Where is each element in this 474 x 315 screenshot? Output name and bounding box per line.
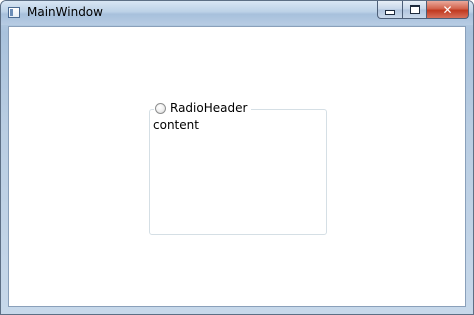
minimize-icon [385,10,395,15]
maximize-button[interactable] [402,1,427,19]
group-content-text: content [153,118,199,132]
close-button[interactable]: ✕ [426,1,469,19]
window-app-icon[interactable] [8,7,20,18]
caption-buttons: ✕ [377,1,469,19]
radio-header-label[interactable]: RadioHeader [170,101,247,115]
close-icon: ✕ [442,2,453,17]
title-bar[interactable]: MainWindow ✕ [1,1,473,25]
maximize-icon [409,5,420,14]
window-title: MainWindow [27,5,103,19]
radio-button-icon[interactable] [155,102,166,114]
minimize-button[interactable] [377,1,403,19]
main-window: MainWindow ✕ RadioHeader content [0,0,474,315]
group-header[interactable]: RadioHeader [154,101,252,115]
client-area: RadioHeader content [8,26,466,307]
